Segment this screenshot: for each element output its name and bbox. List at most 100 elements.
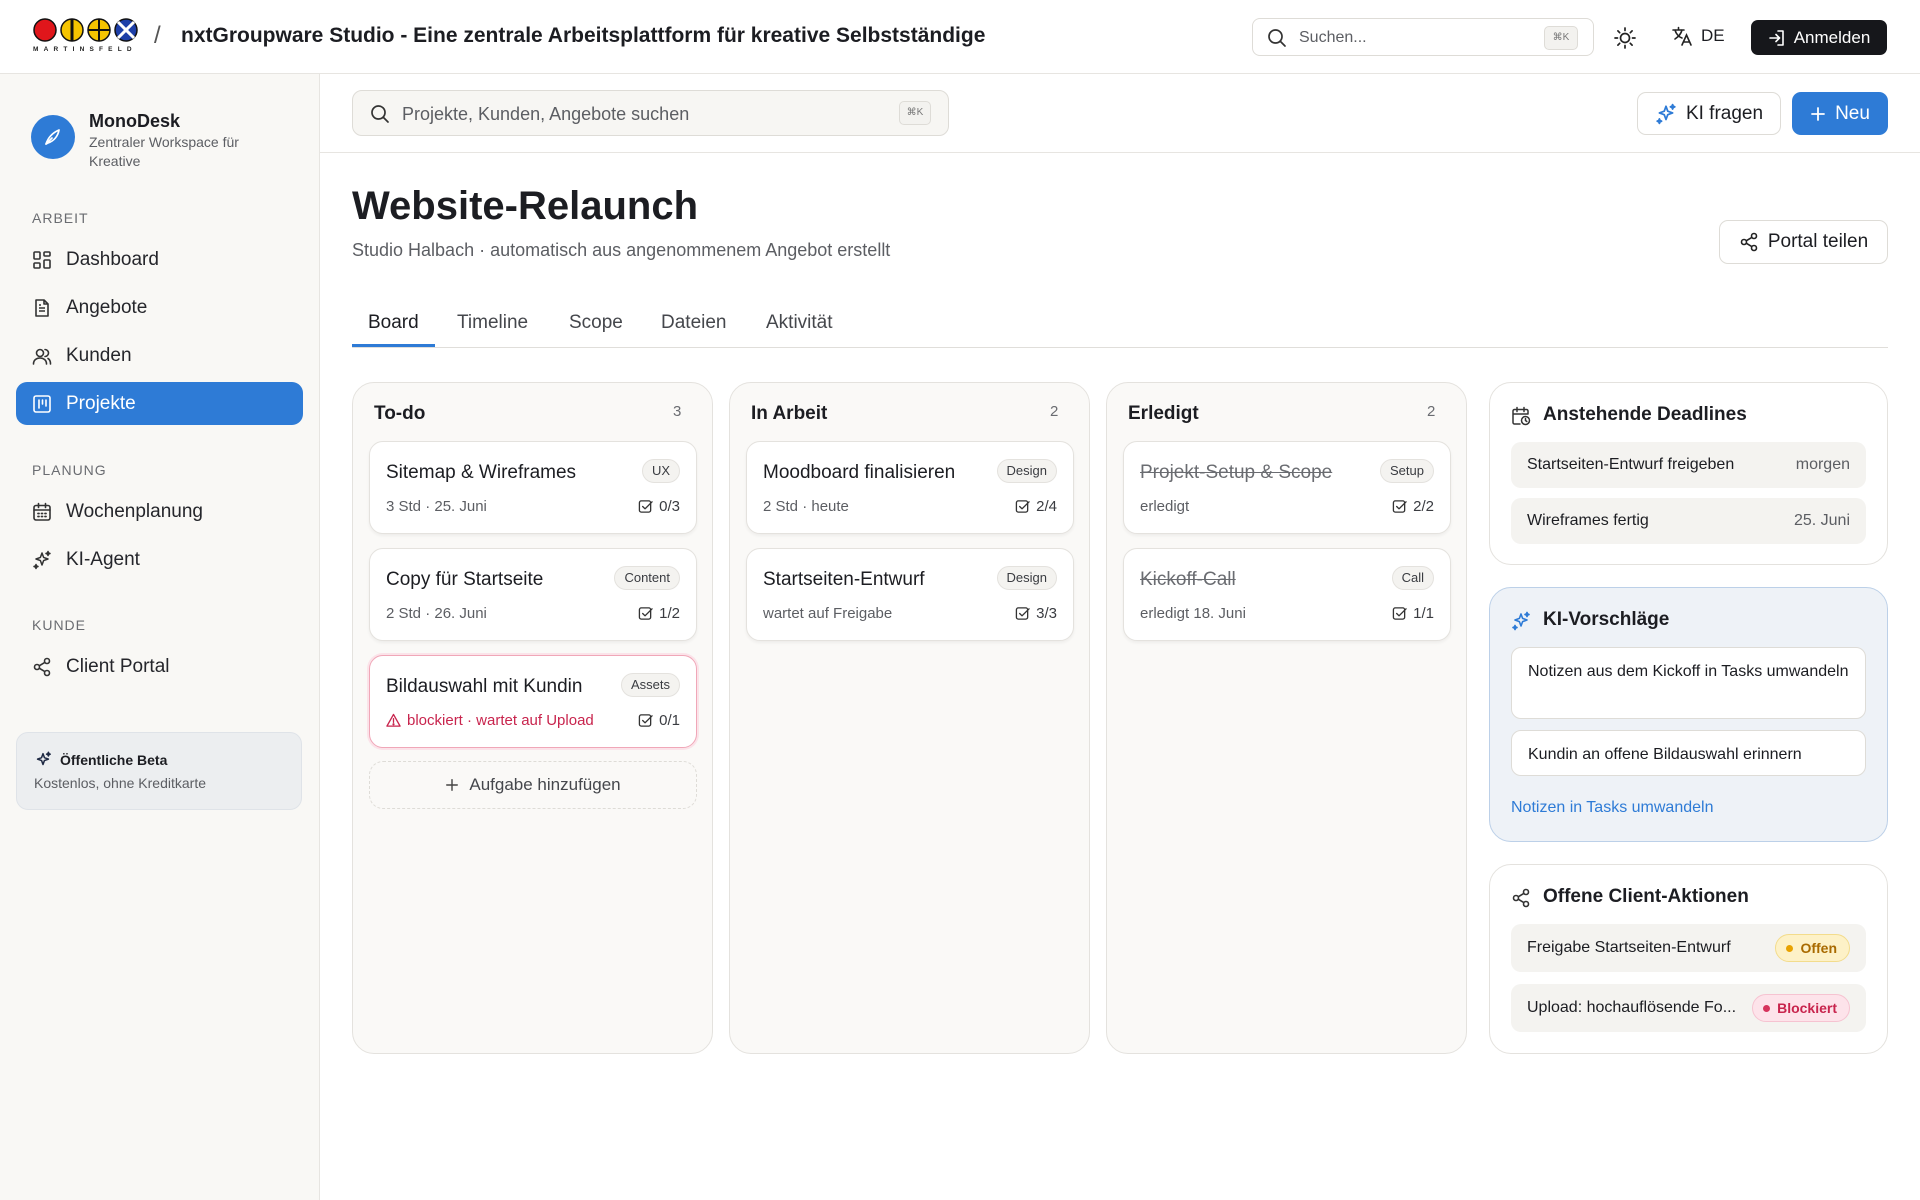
task-tag: Call xyxy=(1391,566,1434,590)
nav-projekte[interactable]: Projekte xyxy=(16,382,303,425)
deadline-item[interactable]: Wireframes fertig 25. Juni xyxy=(1511,498,1866,544)
task-title: Bildauswahl mit Kundin xyxy=(386,676,583,697)
status-label: Offen xyxy=(1800,940,1837,956)
nav-kunden[interactable]: Kunden xyxy=(16,334,303,377)
project-search-input[interactable]: Projekte, Kunden, Angebote suchen ⌘K xyxy=(352,90,949,136)
panel-title: KI-Vorschläge xyxy=(1543,609,1670,630)
app-name: MonoDesk xyxy=(89,111,181,131)
task-title: Copy für Startseite xyxy=(386,569,544,590)
task-meta: 2 Std · 26. Juni xyxy=(386,605,487,622)
language-label: DE xyxy=(1701,26,1725,45)
task-meta: 2 Std · heute xyxy=(763,498,849,515)
ask-ai-button[interactable]: KI fragen xyxy=(1637,92,1781,135)
language-switcher[interactable]: DE xyxy=(1671,25,1725,47)
status-badge-blocked: Blockiert xyxy=(1752,994,1850,1022)
deadline-date: 25. Juni xyxy=(1793,512,1850,529)
shortcut-hint: ⌘K xyxy=(1544,26,1578,50)
login-button[interactable]: Anmelden xyxy=(1751,20,1887,55)
app-logo-icon xyxy=(31,115,75,159)
global-search-input[interactable]: Suchen... ⌘K xyxy=(1252,18,1594,56)
calendar-icon xyxy=(33,502,51,521)
tab-board[interactable]: Board xyxy=(368,312,419,334)
task-card-done[interactable]: Kickoff-Call Call erledigt 18. Juni 1/1 xyxy=(1123,548,1451,641)
nav-wochenplanung[interactable]: Wochenplanung xyxy=(16,490,303,533)
top-bar: MARTINSFELD / nxtGroupware Studio - Eine… xyxy=(0,0,1920,74)
app-title: nxtGroupware Studio - Eine zentrale Arbe… xyxy=(181,24,986,47)
column-title: Erledigt xyxy=(1128,403,1199,424)
task-tag: Design xyxy=(996,566,1057,590)
task-checklist: 0/1 xyxy=(638,712,680,729)
beta-banner[interactable]: Öffentliche Beta Kostenlos, ohne Kreditk… xyxy=(16,732,302,810)
app-subtitle: Zentraler Workspace für Kreative xyxy=(89,134,239,169)
ai-suggestion[interactable]: Kundin an offene Bildauswahl erinnern xyxy=(1511,730,1866,776)
ask-ai-label: KI fragen xyxy=(1685,102,1764,124)
task-checklist: 2/4 xyxy=(1015,498,1057,515)
task-card[interactable]: Copy für Startseite Content 2 Std · 26. … xyxy=(369,548,697,641)
client-action-label: Freigabe Startseiten-Entwurf xyxy=(1527,939,1731,956)
tab-dateien[interactable]: Dateien xyxy=(661,312,727,334)
section-label-planung: PLANUNG xyxy=(32,462,107,478)
task-checklist: 0/3 xyxy=(638,498,680,515)
ai-suggestions-panel: KI-Vorschläge Notizen aus dem Kickoff in… xyxy=(1489,587,1888,842)
deadline-label: Startseiten-Entwurf freigeben xyxy=(1527,456,1735,473)
checklist-count: 3/3 xyxy=(1036,605,1057,622)
task-title: Projekt-Setup & Scope xyxy=(1140,462,1333,483)
status-dot xyxy=(1763,1004,1771,1012)
checklist-count: 1/2 xyxy=(659,605,680,622)
section-label-kunde: KUNDE xyxy=(32,617,87,633)
nav-label: Kunden xyxy=(66,344,132,366)
nav-ki-agent[interactable]: KI-Agent xyxy=(16,538,303,581)
sparkles-icon xyxy=(1656,103,1676,124)
task-card-done[interactable]: Projekt-Setup & Scope Setup erledigt 2/2 xyxy=(1123,441,1451,534)
checklist-count: 1/1 xyxy=(1413,605,1434,622)
add-task-button[interactable]: Aufgabe hinzufügen xyxy=(369,761,697,809)
client-action-item[interactable]: Freigabe Startseiten-Entwurf Offen xyxy=(1511,924,1866,972)
tab-timeline[interactable]: Timeline xyxy=(457,312,528,334)
task-title: Sitemap & Wireframes xyxy=(386,462,577,483)
blocked-reason: blockiert · wartet auf Upload xyxy=(407,712,594,729)
checkbox-icon xyxy=(1015,500,1030,513)
task-card-blocked[interactable]: Bildauswahl mit Kundin Assets blockiert … xyxy=(369,655,697,748)
checkbox-icon xyxy=(638,714,653,727)
convert-notes-link[interactable]: Notizen in Tasks umwandeln xyxy=(1511,799,1713,817)
task-title: Moodboard finalisieren xyxy=(763,462,956,483)
warning-icon xyxy=(386,713,401,727)
new-button[interactable]: Neu xyxy=(1792,92,1888,135)
task-card[interactable]: Startseiten-Entwurf Design wartet auf Fr… xyxy=(746,548,1074,641)
task-meta: erledigt xyxy=(1140,498,1190,515)
kanban-icon xyxy=(33,394,51,413)
share-icon xyxy=(33,657,51,676)
nav-label: Projekte xyxy=(66,392,136,414)
task-title: Kickoff-Call xyxy=(1140,569,1236,590)
ai-suggestion[interactable]: Notizen aus dem Kickoff in Tasks umwande… xyxy=(1511,647,1866,719)
sidebar: MonoDesk Zentraler Workspace für Kreativ… xyxy=(0,74,320,1200)
document-icon xyxy=(35,298,49,317)
checklist-count: 0/3 xyxy=(659,498,680,515)
tab-aktivitaet[interactable]: Aktivität xyxy=(766,312,833,334)
client-action-item[interactable]: Upload: hochauflösende Fo... Blockiert xyxy=(1511,984,1866,1032)
tab-scope[interactable]: Scope xyxy=(569,312,623,334)
checkbox-icon xyxy=(1392,500,1407,513)
beta-subtitle: Kostenlos, ohne Kreditkarte xyxy=(34,775,206,791)
client-actions-panel: Offene Client-Aktionen Freigabe Startsei… xyxy=(1489,864,1888,1054)
nav-dashboard[interactable]: Dashboard xyxy=(16,238,303,281)
search-placeholder: Projekte, Kunden, Angebote suchen xyxy=(402,104,690,124)
panel-title: Offene Client-Aktionen xyxy=(1543,886,1749,907)
column-count: 3 xyxy=(673,403,682,420)
nav-angebote[interactable]: Angebote xyxy=(16,286,303,329)
deadline-date: morgen xyxy=(1795,456,1850,473)
board-column-in-progress: In Arbeit 2 Moodboard finalisieren Desig… xyxy=(729,382,1090,1054)
client-action-label: Upload: hochauflösende Fo... xyxy=(1527,999,1737,1016)
users-icon xyxy=(32,348,52,365)
calendar-clock-icon xyxy=(1512,406,1531,426)
task-card[interactable]: Moodboard finalisieren Design 2 Std · he… xyxy=(746,441,1074,534)
task-tag: Assets xyxy=(620,673,680,697)
theme-toggle-sun-icon[interactable] xyxy=(1612,25,1638,51)
nav-client-portal[interactable]: Client Portal xyxy=(16,645,303,688)
task-card[interactable]: Sitemap & Wireframes UX 3 Std · 25. Juni… xyxy=(369,441,697,534)
deadline-item[interactable]: Startseiten-Entwurf freigeben morgen xyxy=(1511,442,1866,488)
task-checklist: 3/3 xyxy=(1015,605,1057,622)
share-portal-button[interactable]: Portal teilen xyxy=(1719,220,1888,264)
shortcut-hint: ⌘K xyxy=(899,101,931,125)
plus-icon xyxy=(446,779,459,791)
